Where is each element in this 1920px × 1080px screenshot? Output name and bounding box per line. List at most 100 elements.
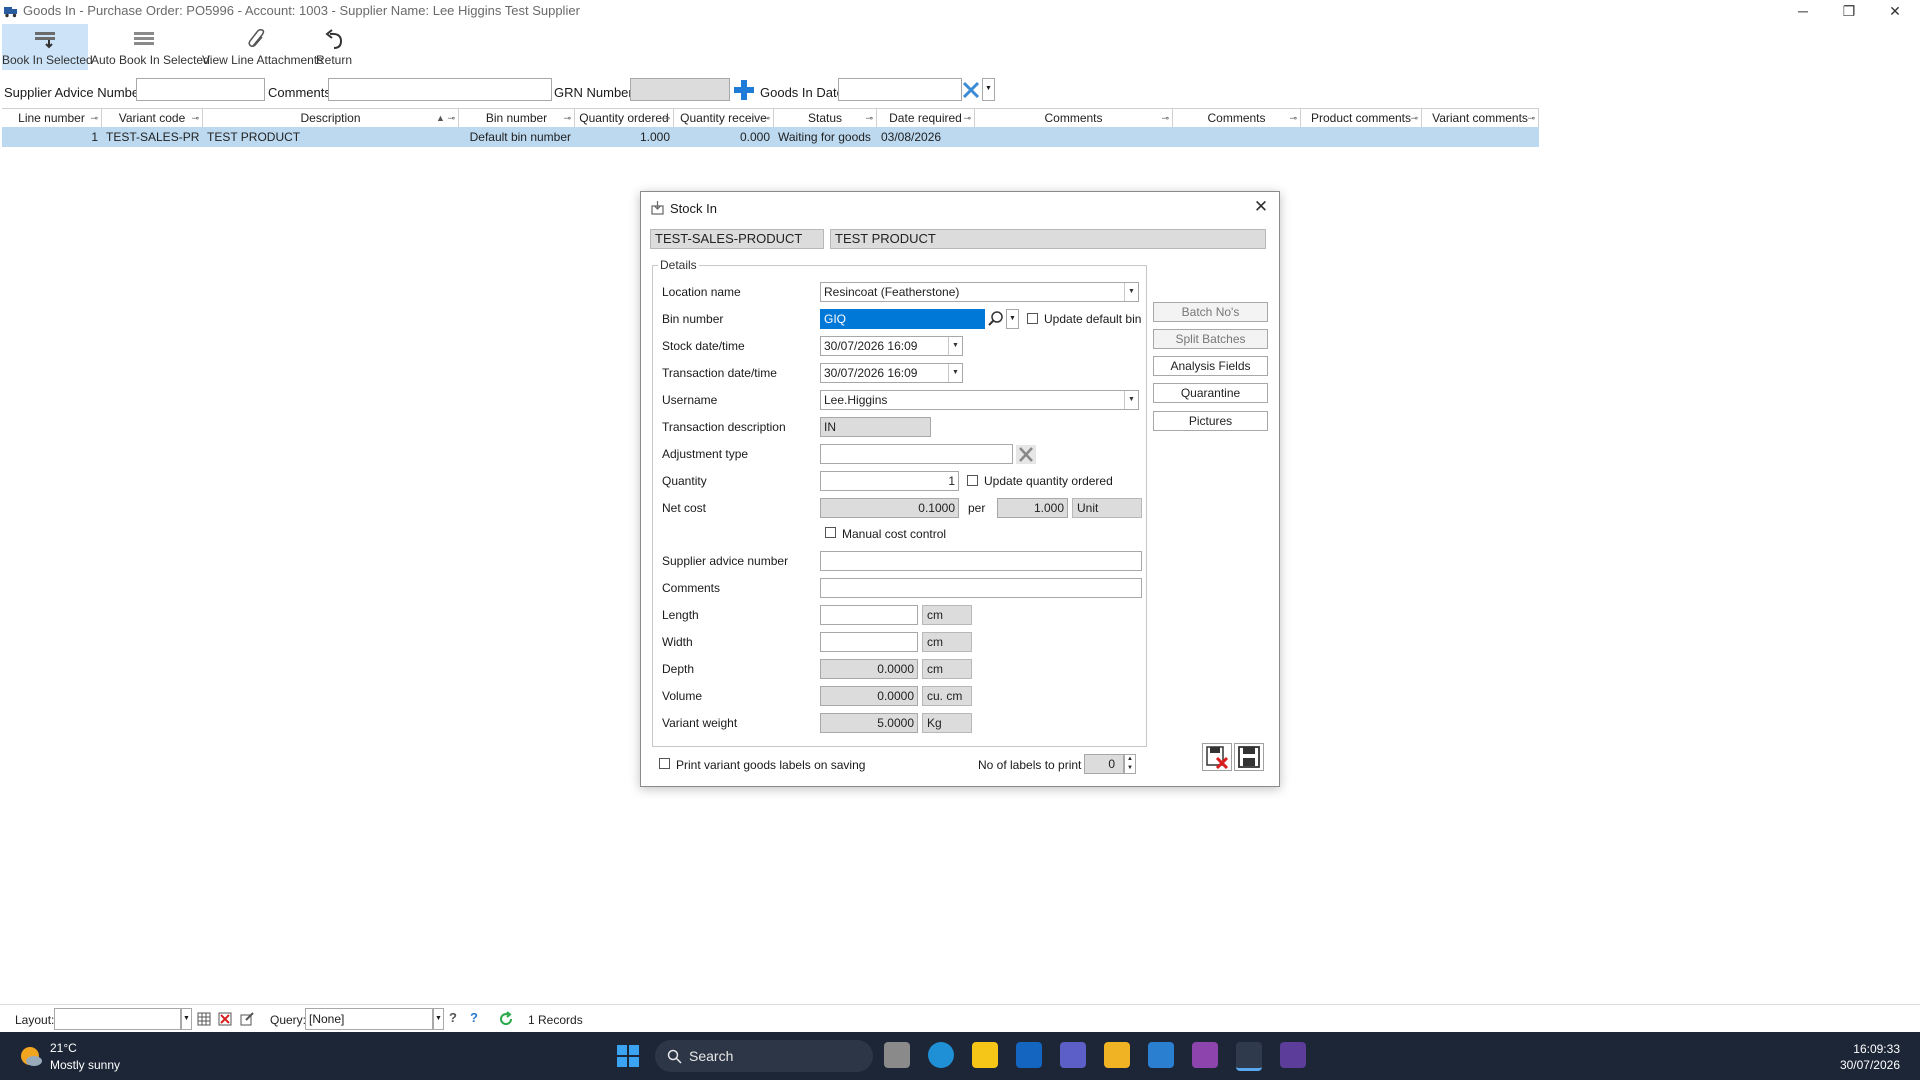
column-header-date-required[interactable]: Date required ⊸ (877, 109, 975, 128)
column-header-variant-code[interactable]: Variant code ⊸ (102, 109, 203, 128)
comments-label: Comments (662, 581, 721, 595)
notepad-app-icon[interactable] (1148, 1042, 1174, 1068)
stepper-arrows-icon[interactable]: ▲ ▼ (1124, 754, 1136, 774)
active-app-icon[interactable] (1236, 1042, 1262, 1071)
weather-sun-icon[interactable] (18, 1043, 44, 1069)
table-row[interactable]: 1 TEST-SALES-PR TEST PRODUCT Default bin… (2, 127, 1539, 147)
cancel-button[interactable] (1202, 743, 1232, 771)
location-name-select[interactable]: Resincoat (Featherstone) ▼ (820, 282, 1139, 302)
pin-icon[interactable]: ⊸ (963, 109, 971, 128)
update-quantity-ordered-checkbox[interactable] (967, 475, 978, 486)
purple-app-icon[interactable] (1192, 1042, 1218, 1068)
variant-weight-unit: Kg (922, 713, 972, 733)
bin-number-dropdown[interactable]: ▼ (1006, 309, 1019, 329)
pin-icon[interactable]: ⊸ (662, 109, 670, 128)
pin-icon[interactable]: ⊸ (90, 109, 98, 128)
column-header-quantity-ordered[interactable]: Quantity ordered ⊸ (575, 109, 674, 128)
supplier-advice-number-input[interactable] (136, 78, 265, 101)
grn-number-input[interactable] (630, 78, 730, 101)
manual-cost-control-checkbox[interactable] (825, 527, 836, 538)
length-input[interactable] (820, 605, 918, 625)
layout-dropdown[interactable]: ▼ (181, 1008, 192, 1030)
return-button[interactable]: Return (316, 24, 352, 70)
chevron-down-icon[interactable]: ▼ (1124, 283, 1138, 301)
save-button[interactable] (1234, 743, 1264, 771)
comments-label: Comments (268, 85, 331, 100)
batch-nos-button[interactable]: Batch No's (1153, 302, 1268, 322)
pin-icon[interactable]: ⊸ (1289, 109, 1297, 128)
sticky-notes-icon[interactable] (972, 1042, 998, 1068)
app-q-icon[interactable] (1280, 1042, 1306, 1068)
goods-in-date-input[interactable] (838, 78, 962, 101)
pin-icon[interactable]: ⊸ (1527, 109, 1535, 128)
query-dropdown[interactable]: ▼ (433, 1008, 444, 1030)
dialog-close-button[interactable]: ✕ (1251, 197, 1271, 217)
column-header-comments-2[interactable]: Comments ⊸ (1173, 109, 1301, 128)
chevron-down-icon[interactable]: ▼ (948, 364, 962, 382)
clear-date-x-icon[interactable] (962, 81, 980, 99)
comments-input[interactable] (328, 78, 552, 101)
column-header-quantity-received[interactable]: Quantity receive ⊸ (674, 109, 774, 128)
transaction-datetime-input[interactable]: 30/07/2026 16:09 ▼ (820, 363, 963, 383)
adjustment-type-input[interactable] (820, 444, 1013, 464)
column-header-comments[interactable]: Comments ⊸ (975, 109, 1173, 128)
auto-book-in-selected-button[interactable]: Auto Book In Selected (91, 24, 210, 70)
split-batches-button[interactable]: Split Batches (1153, 329, 1268, 349)
width-input[interactable] (820, 632, 918, 652)
minimize-button[interactable]: ─ (1780, 0, 1826, 22)
quantity-input[interactable]: 1 (820, 471, 959, 491)
query-help-icon[interactable]: ? (449, 1010, 457, 1025)
clear-x-icon[interactable] (1016, 445, 1036, 464)
column-header-product-comments[interactable]: Product comments ⊸ (1301, 109, 1422, 128)
file-explorer-icon[interactable] (1104, 1042, 1130, 1068)
book-in-selected-button[interactable]: Book In Selected (2, 24, 93, 70)
weather-temperature[interactable]: 21°C (50, 1041, 77, 1055)
weather-description[interactable]: Mostly sunny (50, 1058, 120, 1072)
supplier-advice-number-input[interactable] (820, 551, 1142, 571)
save-layout-icon[interactable] (197, 1012, 211, 1026)
print-labels-checkbox[interactable] (659, 758, 670, 769)
add-grn-plus-icon[interactable] (732, 78, 756, 102)
close-window-button[interactable]: ✕ (1872, 0, 1918, 22)
pin-icon[interactable]: ⊸ (191, 109, 199, 128)
clock[interactable]: 16:09:33 30/07/2026 (1840, 1041, 1900, 1073)
sort-asc-icon[interactable]: ▲ ⊸ (436, 109, 455, 128)
pin-icon[interactable]: ⊸ (563, 109, 571, 128)
task-view-icon[interactable] (884, 1042, 910, 1068)
windows-start-icon[interactable] (616, 1044, 640, 1068)
taskbar-search[interactable]: Search (655, 1040, 873, 1072)
username-select[interactable]: Lee.Higgins ▼ (820, 390, 1139, 410)
chevron-down-icon[interactable]: ▼ (948, 337, 962, 355)
pin-icon[interactable]: ⊸ (865, 109, 873, 128)
pin-icon[interactable]: ⊸ (1410, 109, 1418, 128)
restore-button[interactable]: ❐ (1826, 0, 1872, 22)
no-of-labels-stepper[interactable]: 0 (1084, 754, 1124, 774)
update-default-bin-checkbox[interactable] (1027, 313, 1038, 324)
teams-icon[interactable] (1060, 1042, 1086, 1068)
column-header-line-number[interactable]: Line number ⊸ (2, 109, 102, 128)
chevron-down-icon[interactable]: ▼ (1124, 391, 1138, 409)
search-icon[interactable] (987, 310, 1005, 328)
pin-icon[interactable]: ⊸ (1161, 109, 1169, 128)
column-header-description[interactable]: Description ▲ ⊸ (203, 109, 459, 128)
outlook-icon[interactable] (1016, 1042, 1042, 1068)
comments-input[interactable] (820, 578, 1142, 598)
pictures-button[interactable]: Pictures (1153, 411, 1268, 431)
analysis-fields-button[interactable]: Analysis Fields (1153, 356, 1268, 376)
view-line-attachments-button[interactable]: View Line Attachments (202, 24, 323, 70)
query-select[interactable]: [None] (305, 1008, 433, 1030)
quarantine-button[interactable]: Quarantine (1153, 383, 1268, 403)
refresh-icon[interactable] (498, 1011, 514, 1027)
column-header-status[interactable]: Status ⊸ (774, 109, 877, 128)
delete-layout-icon[interactable] (218, 1012, 232, 1026)
stock-datetime-input[interactable]: 30/07/2026 16:09 ▼ (820, 336, 963, 356)
bin-number-input[interactable]: GIQ (820, 309, 985, 329)
column-header-bin-number[interactable]: Bin number ⊸ (459, 109, 575, 128)
pin-icon[interactable]: ⊸ (762, 109, 770, 128)
column-header-variant-comments[interactable]: Variant comments ⊸ (1422, 109, 1539, 128)
edge-browser-icon[interactable] (928, 1042, 954, 1068)
edit-layout-icon[interactable] (240, 1012, 254, 1026)
layout-select[interactable] (54, 1008, 181, 1030)
query-help-blue-icon[interactable]: ? (470, 1010, 478, 1025)
goods-in-date-dropdown[interactable]: ▼ (982, 78, 995, 101)
